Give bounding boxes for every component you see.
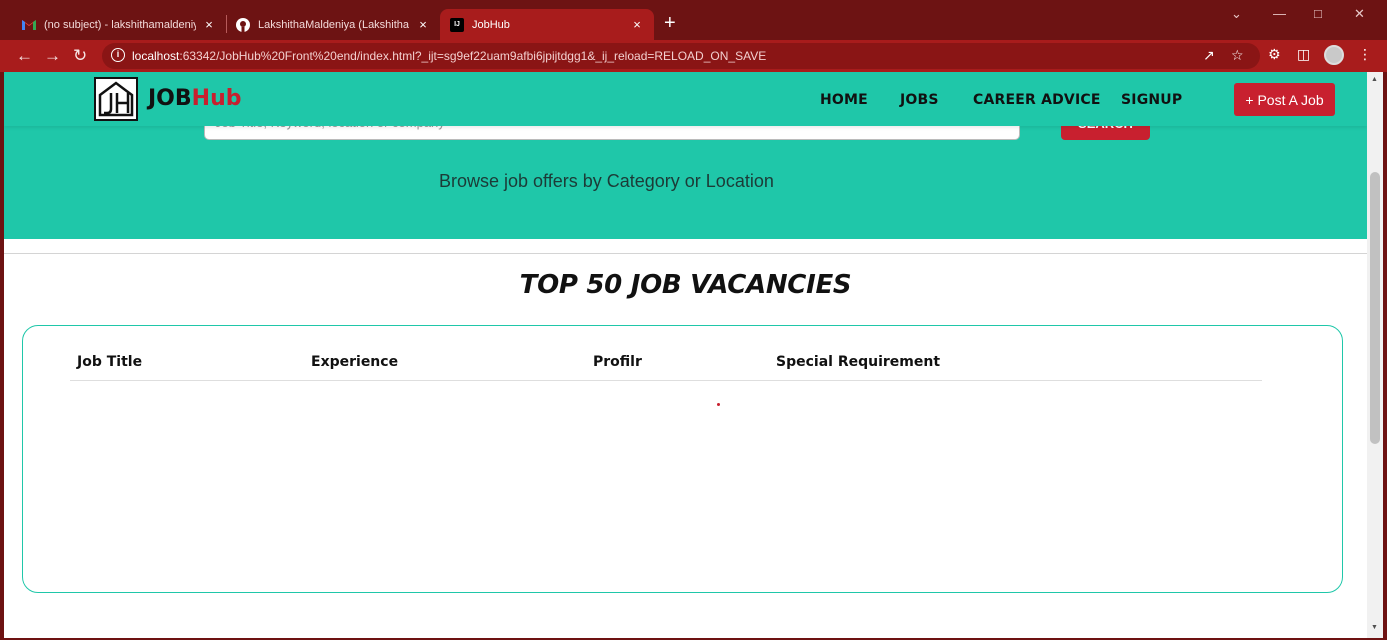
new-tab-button[interactable]: + [664, 12, 676, 34]
tab-jobhub[interactable]: IJ JobHub × [440, 9, 654, 40]
share-icon[interactable]: ↗ [1203, 47, 1215, 64]
tab-github[interactable]: LakshithaMaldeniya (Lakshitha M × [214, 9, 440, 40]
browser-tabstrip: (no subject) - lakshithamaldeniya × Laks… [0, 0, 1387, 40]
brand-part-job: JOB [148, 86, 192, 111]
nav-jobs[interactable]: JOBS [900, 92, 939, 108]
forward-icon[interactable]: → [44, 45, 61, 67]
section-title: TOP 50 JOB VACANCIES [519, 270, 852, 300]
post-job-button[interactable]: + Post A Job [1234, 83, 1335, 116]
hero-section: Job Title, Keyword, location or company … [4, 96, 1367, 239]
bookmark-star-icon[interactable]: ☆ [1231, 47, 1244, 64]
nav-home[interactable]: HOME [820, 92, 868, 108]
header-divider [70, 380, 1262, 381]
browser-toolbar: ← → ↻ i localhost:63342/JobHub%20Front%2… [0, 40, 1387, 72]
url-path: :63342/JobHub%20Front%20end/index.html?_… [179, 49, 767, 63]
tab-gmail[interactable]: (no subject) - lakshithamaldeniya × [0, 9, 226, 40]
tab-title: LakshithaMaldeniya (Lakshitha M [258, 18, 410, 31]
column-header-special-requirement: Special Requirement [776, 354, 941, 370]
close-window-icon[interactable]: ✕ [1354, 6, 1365, 22]
column-header-profile: Profilr [593, 354, 642, 370]
column-header-experience: Experience [311, 354, 399, 370]
profile-avatar[interactable] [1324, 45, 1344, 65]
nav-signup[interactable]: SIGNUP [1121, 92, 1182, 108]
brand-part-hub: Hub [191, 86, 242, 111]
extensions-icon[interactable]: ⚙ [1268, 46, 1281, 63]
brand-name[interactable]: JOBHub [148, 86, 241, 111]
close-tab-icon[interactable]: × [630, 17, 644, 32]
maximize-icon[interactable]: □ [1314, 6, 1322, 21]
url-text[interactable]: localhost:63342/JobHub%20Front%20end/ind… [132, 49, 766, 63]
address-bar[interactable]: i localhost:63342/JobHub%20Front%20end/i… [102, 43, 1260, 69]
menu-kebab-icon[interactable]: ⋮ [1358, 46, 1372, 63]
tab-title: JobHub [472, 18, 510, 31]
scrollbar-thumb[interactable] [1370, 172, 1380, 444]
jobs-table: Job Title Experience Profilr Special Req… [22, 325, 1343, 593]
page-scrollbar[interactable]: ▲ ▼ [1367, 72, 1383, 638]
tab-search-icon[interactable]: ⌄ [1231, 6, 1242, 22]
nav-career-advice[interactable]: CAREER ADVICE [973, 92, 1101, 108]
scroll-up-icon[interactable]: ▲ [1371, 76, 1378, 83]
loading-dot [717, 403, 720, 406]
intellij-icon: IJ [450, 17, 464, 32]
jobhub-logo-icon[interactable] [94, 77, 138, 121]
site-header: JOBHub HOME JOBS CAREER ADVICE SIGNUP + … [4, 72, 1367, 126]
gmail-icon [22, 18, 36, 32]
side-panel-icon[interactable]: ◫ [1297, 46, 1310, 63]
site-info-icon[interactable]: i [111, 48, 125, 62]
page-viewport: Job Title, Keyword, location or company … [4, 72, 1367, 638]
browse-text: Browse job offers by Category or Locatio… [439, 171, 774, 191]
section-divider [4, 253, 1367, 254]
tab-title: (no subject) - lakshithamaldeniya [44, 18, 196, 31]
reload-icon[interactable]: ↻ [73, 45, 87, 67]
back-icon[interactable]: ← [16, 45, 33, 67]
scroll-down-icon[interactable]: ▼ [1371, 624, 1378, 631]
url-host: localhost [132, 49, 180, 63]
minimize-icon[interactable]: — [1273, 6, 1286, 21]
column-header-job-title: Job Title [77, 354, 143, 370]
close-tab-icon[interactable]: × [416, 17, 430, 32]
github-icon [236, 17, 250, 32]
